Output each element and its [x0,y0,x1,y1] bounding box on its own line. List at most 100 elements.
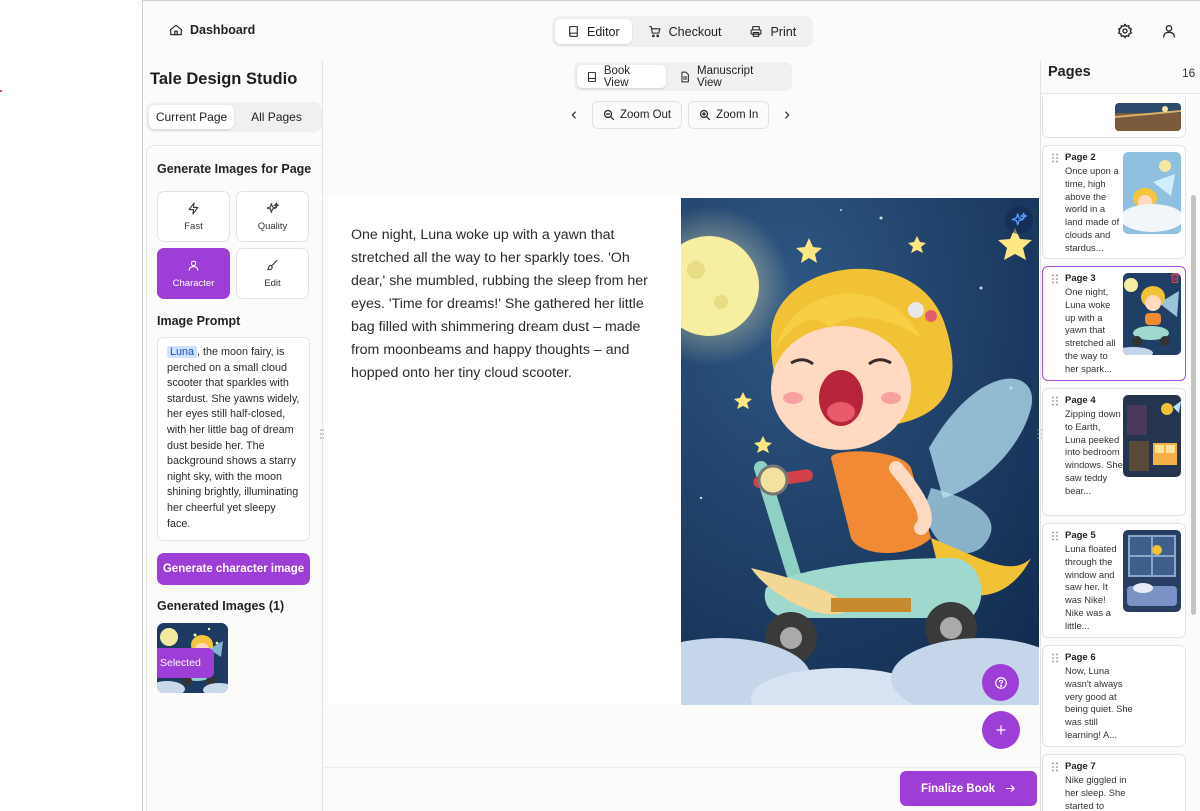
page-thumbnail [1115,103,1181,131]
gear-icon[interactable] [1117,23,1133,39]
panel-title: Tale Design Studio [150,70,298,88]
pages-count: 16 [1182,66,1196,80]
delete-page-icon[interactable] [1169,272,1181,284]
page-card-6[interactable]: Page 6 Now, Luna wasn't always very good… [1042,645,1186,747]
pages-title: Pages [1048,64,1091,80]
page-illustration[interactable] [681,198,1039,705]
prompt-label: Image Prompt [157,314,241,328]
help-button[interactable] [982,664,1019,701]
mode-quality[interactable]: Quality [236,191,309,242]
home-icon [170,24,182,36]
mode-character-label: Character [172,277,215,289]
top-bar: Dashboard Editor Checkout Print [143,1,1200,61]
page-thumbnail [1123,395,1181,477]
zoom-out-label: Zoom Out [620,108,672,121]
outside-area [0,0,142,811]
design-studio-panel: Tale Design Studio Current Page All Page… [143,61,323,811]
document-icon [681,71,690,82]
finalize-book-button[interactable]: Finalize Book [900,771,1037,806]
drag-handle-icon[interactable] [1052,653,1058,663]
tab-all-pages[interactable]: All Pages [234,105,319,129]
pages-panel: Pages 16 Page 2 Once upon a time, high a… [1040,61,1200,811]
book-icon [569,26,578,37]
page-card-3[interactable]: Page 3 One night, Luna woke up with a ya… [1042,266,1186,381]
tab-book-view-label: Book View [603,64,631,89]
page-card-title: Page 4 [1065,395,1096,406]
view-mode-tabs: Book View Manuscript View [574,62,792,91]
tab-manuscript-view-label: Manuscript View [697,64,754,89]
chevron-left-icon [571,110,576,119]
mode-edit-label: Edit [264,277,281,289]
footer-divider [324,767,1040,768]
tab-current-page[interactable]: Current Page [149,105,234,129]
dashboard-label: Dashboard [190,23,256,37]
ai-enhance-button[interactable] [1005,206,1033,234]
tab-editor[interactable]: Editor [555,19,632,44]
tab-checkout-label: Checkout [668,24,722,39]
page-card-excerpt: Once upon a time, high above the world i… [1065,165,1120,253]
zoom-in-button[interactable]: Zoom In [688,100,770,129]
user-icon[interactable] [1161,23,1177,39]
page-card-excerpt: Now, Luna wasn't always very good at bei… [1065,665,1133,740]
pages-divider [1041,93,1200,94]
page-card-5[interactable]: Page 5 Luna floated through the window a… [1042,523,1186,638]
pages-scrollbar[interactable] [1191,195,1196,615]
tab-checkout[interactable]: Checkout [636,19,734,44]
zap-icon [188,202,199,214]
page-card-excerpt: Zipping down to Earth, Luna peeked into … [1065,408,1123,496]
plus-icon [996,725,1006,735]
page-scope-tabs: Current Page All Pages [146,102,322,132]
fairy-scooter-illustration [681,198,1039,705]
mode-quality-label: Quality [257,220,288,232]
generated-image-thumbnail[interactable]: Selected [157,623,228,693]
sparkles-icon [266,202,279,213]
previous-page-button[interactable] [562,103,586,127]
page-card-7[interactable]: Page 7 Nike giggled in her sleep. She st… [1042,754,1186,811]
arrow-right-icon [1006,785,1015,792]
tab-editor-label: Editor [587,24,620,39]
character-tag[interactable]: Luna [167,346,198,358]
dashboard-link[interactable]: Dashboard [169,23,255,37]
page-navigation: Zoom Out Zoom In [562,100,799,129]
page-card[interactable] [1042,97,1186,138]
add-page-button[interactable] [982,711,1020,749]
generate-images-card: Generate Images for Page Fast Quality Ch… [146,145,322,811]
story-text[interactable]: One night, Luna woke up with a yawn that… [351,224,655,385]
tab-print[interactable]: Print [737,19,808,44]
page-thumbnail [1123,530,1181,612]
mode-character[interactable]: Character [157,248,230,299]
generate-character-image-button[interactable]: Generate character image [157,553,310,585]
page-thumbnail [1123,152,1181,234]
page-card-title: Page 3 [1065,273,1096,284]
page-thumbnail [1123,273,1181,355]
page-card-excerpt: One night, Luna woke up with a yawn that… [1065,286,1116,374]
page-card-excerpt: Luna floated through the window and saw … [1065,543,1117,631]
question-circle-icon [994,676,1007,689]
zoom-out-button[interactable]: Zoom Out [592,100,683,129]
cursor-dot [0,90,2,92]
drag-handle-icon[interactable] [1052,531,1058,541]
tab-manuscript-view[interactable]: Manuscript View [670,64,789,89]
mode-fast-label: Fast [184,220,203,232]
image-prompt-input[interactable]: Luna, the moon fairy, is perched on a sm… [157,337,310,541]
drag-handle-icon[interactable] [1052,762,1058,772]
mode-edit[interactable]: Edit [236,248,309,299]
next-page-button[interactable] [775,103,799,127]
tab-print-label: Print [770,24,797,39]
generation-modes: Fast Quality Character Edit [157,191,310,299]
zoom-in-label: Zoom In [716,108,759,121]
page-card-title: Page 2 [1065,152,1096,163]
mode-fast[interactable]: Fast [157,191,230,242]
tab-book-view[interactable]: Book View [577,64,667,89]
page-card-4[interactable]: Page 4 Zipping down to Earth, Luna peeke… [1042,388,1186,516]
zoom-in-icon [700,109,711,120]
page-card-title: Page 5 [1065,530,1096,541]
drag-handle-icon[interactable] [1052,153,1058,163]
brush-icon [267,259,278,270]
page-card-excerpt: Nike giggled in her sleep. She started t… [1065,774,1127,811]
page-card-2[interactable]: Page 2 Once upon a time, high above the … [1042,145,1186,259]
drag-handle-icon[interactable] [1052,274,1058,284]
drag-handle-icon[interactable] [1052,396,1058,406]
chevron-right-icon [785,110,790,119]
prompt-text: , the moon fairy, is perched on a small … [167,346,300,530]
